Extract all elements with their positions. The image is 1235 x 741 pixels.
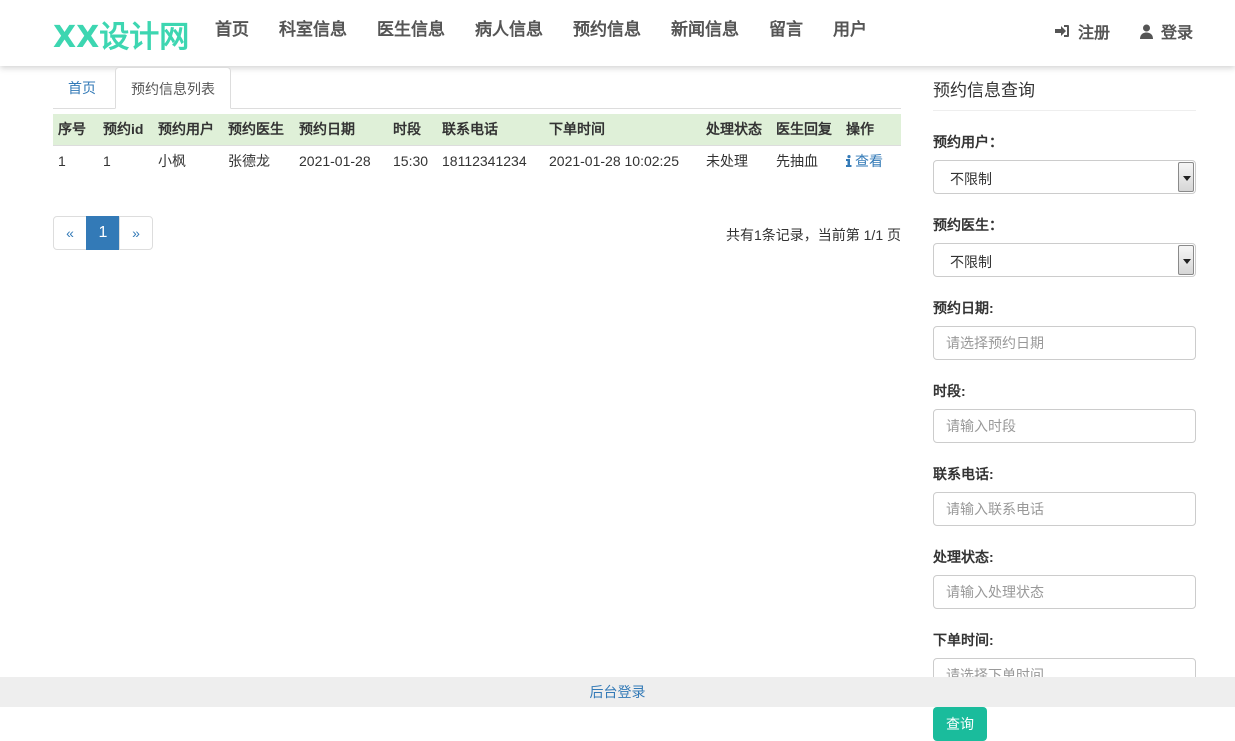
cell-phone: 18112341234 bbox=[442, 152, 527, 169]
user-select-value: 不限制 bbox=[950, 171, 992, 187]
nav-patients[interactable]: 病人信息 bbox=[460, 0, 558, 62]
nav-users[interactable]: 用户 bbox=[818, 0, 882, 62]
user-select[interactable]: 不限制 bbox=[933, 160, 1196, 194]
cell-reply: 先抽血 bbox=[776, 152, 818, 169]
cell-index: 1 bbox=[58, 152, 66, 169]
site-logo[interactable]: XX设计网 bbox=[53, 12, 189, 56]
top-navbar: XX设计网 首页 科室信息 医生信息 病人信息 预约信息 新闻信息 留言 用户 … bbox=[0, 0, 1235, 66]
register-link[interactable]: 注册 bbox=[1024, 0, 1110, 62]
tab-appointment-list[interactable]: 预约信息列表 bbox=[115, 67, 231, 109]
chevron-down-icon[interactable] bbox=[1178, 162, 1194, 192]
appointment-table: 序号 预约id 预约用户 预约医生 预约日期 时段 联系电话 下单时间 处理状态… bbox=[53, 114, 901, 176]
login-link[interactable]: 登录 bbox=[1110, 0, 1193, 62]
cell-order-time: 2021-01-28 10:02:25 bbox=[549, 152, 679, 169]
col-id: 预约id bbox=[98, 114, 153, 146]
col-index: 序号 bbox=[53, 114, 98, 146]
cell-doctor: 张德龙 bbox=[228, 152, 270, 169]
table-row: 1 1 小枫 张德龙 2021-01-28 15:30 18112341234 … bbox=[53, 145, 901, 176]
page-1-button[interactable]: 1 bbox=[86, 216, 120, 250]
doctor-select[interactable]: 不限制 bbox=[933, 243, 1196, 277]
phone-field-label: 联系电话: bbox=[933, 466, 994, 482]
date-input[interactable] bbox=[933, 326, 1196, 360]
tab-home[interactable]: 首页 bbox=[53, 67, 111, 109]
pagination: « 1 » bbox=[53, 216, 153, 250]
nav-departments[interactable]: 科室信息 bbox=[264, 0, 362, 62]
user-nav: 注册 登录 bbox=[1024, 0, 1193, 62]
prev-page-button[interactable]: « bbox=[53, 216, 87, 250]
chevron-down-icon[interactable] bbox=[1178, 245, 1194, 275]
doctor-field-label: 预约医生： bbox=[933, 217, 1003, 233]
doctor-select-value: 不限制 bbox=[950, 254, 992, 270]
slot-input[interactable] bbox=[933, 409, 1196, 443]
cell-id: 1 bbox=[103, 152, 111, 169]
cell-action: 查看 bbox=[841, 145, 901, 176]
slot-field-label: 时段: bbox=[933, 383, 966, 399]
login-label: 登录 bbox=[1160, 25, 1193, 42]
record-summary: 共有1条记录，当前第 1/1 页 bbox=[725, 227, 901, 243]
col-status: 处理状态 bbox=[701, 114, 771, 146]
nav-doctors[interactable]: 医生信息 bbox=[362, 0, 460, 62]
query-panel: 预约信息查询 预约用户： 不限制 预约医生： 不限制 预约日期: 时段: 联系电… bbox=[933, 70, 1196, 741]
breadcrumb-tabs: 首页 预约信息列表 bbox=[53, 67, 901, 109]
table-header-row: 序号 预约id 预约用户 预约医生 预约日期 时段 联系电话 下单时间 处理状态… bbox=[53, 114, 901, 146]
register-label: 注册 bbox=[1077, 25, 1110, 42]
main-nav: 首页 科室信息 医生信息 病人信息 预约信息 新闻信息 留言 用户 bbox=[200, 0, 882, 62]
col-phone: 联系电话 bbox=[437, 114, 544, 146]
admin-login-link[interactable]: 后台登录 bbox=[590, 684, 646, 700]
col-date: 预约日期 bbox=[294, 114, 388, 146]
status-field-label: 处理状态: bbox=[933, 549, 994, 565]
user-field-label: 预约用户： bbox=[933, 134, 1003, 150]
footer: 后台登录 bbox=[0, 677, 1235, 707]
status-input[interactable] bbox=[933, 575, 1196, 609]
nav-home[interactable]: 首页 bbox=[200, 0, 264, 62]
sign-in-icon bbox=[1054, 25, 1069, 37]
user-icon bbox=[1139, 24, 1153, 39]
next-page-button[interactable]: » bbox=[119, 216, 153, 250]
date-field-label: 预约日期: bbox=[933, 300, 994, 316]
col-action: 操作 bbox=[841, 114, 901, 146]
view-label: 查看 bbox=[855, 152, 883, 169]
cell-status: 未处理 bbox=[706, 152, 748, 169]
cell-user: 小枫 bbox=[158, 152, 186, 169]
col-reply: 医生回复 bbox=[771, 114, 841, 146]
order-time-field-label: 下单时间: bbox=[933, 632, 994, 648]
phone-input[interactable] bbox=[933, 492, 1196, 526]
nav-appointments[interactable]: 预约信息 bbox=[558, 0, 656, 62]
cell-date: 2021-01-28 bbox=[299, 152, 371, 169]
nav-messages[interactable]: 留言 bbox=[754, 0, 818, 62]
info-icon bbox=[846, 154, 852, 167]
col-slot: 时段 bbox=[388, 114, 437, 146]
query-title: 预约信息查询 bbox=[933, 70, 1196, 111]
nav-news[interactable]: 新闻信息 bbox=[656, 0, 754, 62]
cell-slot: 15:30 bbox=[393, 152, 429, 169]
query-button[interactable]: 查询 bbox=[933, 707, 987, 741]
col-doctor: 预约医生 bbox=[223, 114, 294, 146]
col-order-time: 下单时间 bbox=[544, 114, 701, 146]
col-user: 预约用户 bbox=[153, 114, 223, 146]
view-button[interactable]: 查看 bbox=[846, 153, 883, 169]
